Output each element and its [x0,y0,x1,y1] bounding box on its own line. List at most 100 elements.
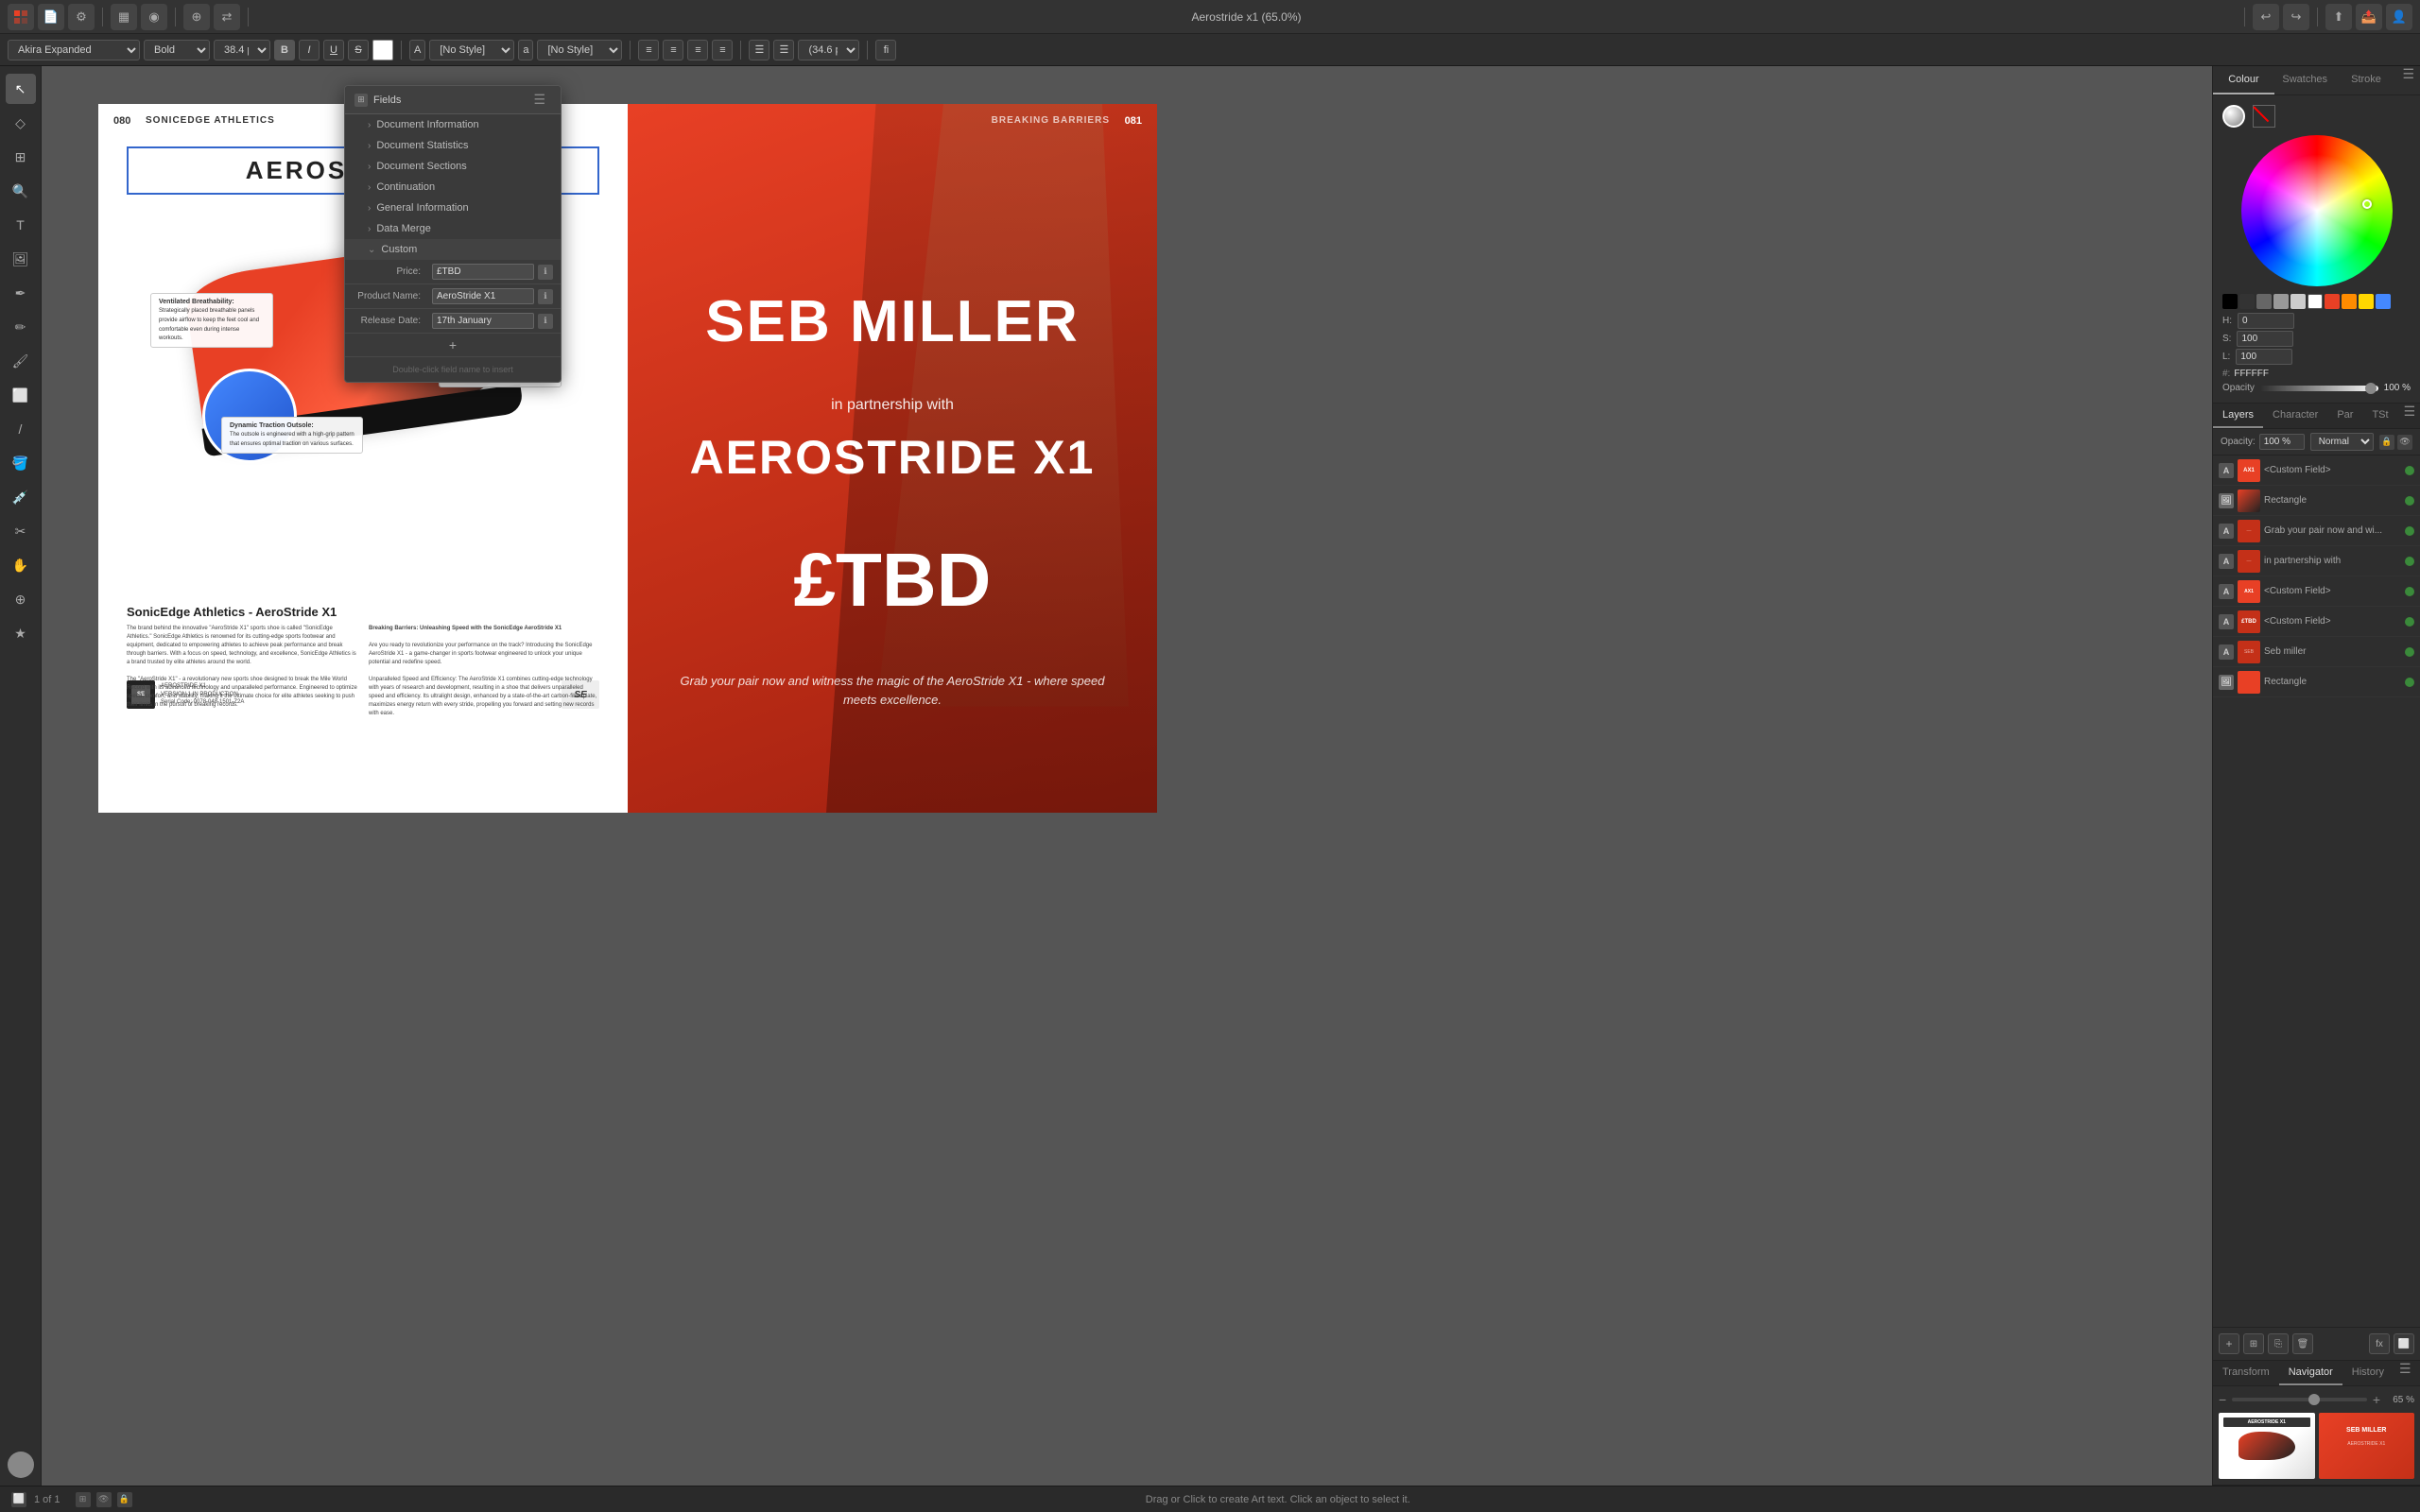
text-tool[interactable]: T [6,210,36,240]
tst-tab[interactable]: TSt [2362,404,2397,428]
add-layer-button[interactable]: + [2219,1333,2239,1354]
layer-visibility-dot[interactable] [2405,496,2414,506]
layer-item-partnership[interactable]: A — in partnership with [2213,546,2420,576]
brush-tool[interactable]: 🖌 [6,346,36,376]
bold-button[interactable]: B [274,40,295,60]
field-info-icon[interactable]: ℹ [538,289,553,304]
fields-section-data-merge[interactable]: › Data Merge [345,218,561,239]
ligature-button[interactable]: fi [875,40,896,60]
line-tool[interactable]: / [6,414,36,444]
file-icon[interactable]: 📄 [38,4,64,30]
list-unordered-button[interactable]: ☰ [749,40,769,60]
color-panel-menu[interactable]: ☰ [2396,66,2420,94]
fields-section-general-info[interactable]: › General Information [345,198,561,218]
char-style-select[interactable]: [No Style] [537,40,622,60]
font-style-select[interactable]: Bold [144,40,210,60]
colour-tab[interactable]: Colour [2213,66,2274,94]
shape-tool[interactable]: ⬜ [6,380,36,410]
hand-tool[interactable]: ✋ [6,550,36,580]
light-input[interactable] [2236,349,2292,365]
view-icon[interactable]: ▦ [111,4,137,30]
mask-button[interactable]: ⬜ [2394,1333,2414,1354]
preview-button[interactable]: 👁 [96,1492,112,1507]
text-color-swatch[interactable] [372,40,393,60]
release-value[interactable]: 17th January [432,313,534,329]
pencil-tool[interactable]: ✏ [6,312,36,342]
image-tool[interactable]: 🖼 [6,244,36,274]
layer-visibility-dot[interactable] [2405,617,2414,627]
blend-mode-select[interactable]: Normal [2310,433,2374,451]
para-style-select[interactable]: [No Style] [429,40,514,60]
group-layers-button[interactable]: ⊞ [2243,1333,2264,1354]
swatches-tab[interactable]: Swatches [2274,66,2336,94]
fields-section-continuation[interactable]: › Continuation [345,177,561,198]
sat-input[interactable] [2237,331,2293,347]
swatch-red[interactable] [2325,294,2340,309]
italic-button[interactable]: I [299,40,320,60]
scissors-tool[interactable]: ✂ [6,516,36,546]
undo-icon[interactable]: ↩ [2253,4,2279,30]
underline-button[interactable]: U [323,40,344,60]
color-wheel-container[interactable] [2241,135,2393,286]
par-tab[interactable]: Par [2327,404,2362,428]
character-tab[interactable]: Character [2263,404,2327,428]
canvas-area[interactable]: ⊞ Fields ☰ › Document Information › Docu… [42,66,2212,1486]
redo-icon[interactable]: ↪ [2283,4,2309,30]
nav-thumb-left[interactable]: AEROSTRIDE X1 [2219,1413,2315,1479]
swatch-lgray[interactable] [2273,294,2289,309]
navigator-tab[interactable]: Navigator [2279,1361,2342,1385]
layer-visibility-dot[interactable] [2405,647,2414,657]
layer-item-custom1[interactable]: A AX1 <Custom Field> [2213,455,2420,486]
swatch-orange[interactable] [2342,294,2357,309]
select-tool[interactable]: ↖ [6,74,36,104]
price-value[interactable]: £TBD [432,264,534,280]
align-center-button[interactable]: ≡ [663,40,683,60]
opacity-input[interactable] [2259,434,2305,450]
link-icon[interactable]: ⇄ [214,4,240,30]
node-tool[interactable]: ◇ [6,108,36,138]
product-value[interactable]: AeroStride X1 [432,288,534,304]
opacity-slider[interactable] [2260,386,2378,391]
list-ordered-button[interactable]: ☰ [773,40,794,60]
export-icon[interactable]: 📤 [2356,4,2382,30]
tools-icon[interactable]: ⚙ [68,4,95,30]
zoom-slider[interactable] [2232,1398,2367,1401]
fields-section-custom[interactable]: ⌄ Custom [345,239,561,260]
layer-visibility-dot[interactable] [2405,678,2414,687]
font-size-select[interactable]: 38.4 pt [214,40,270,60]
field-info-icon[interactable]: ℹ [538,265,553,280]
duplicate-layer-button[interactable]: ⎘ [2268,1333,2289,1354]
zoom-out-button[interactable]: − [2219,1392,2226,1407]
zoom-tool[interactable]: 🔍 [6,176,36,206]
field-info-icon[interactable]: ℹ [538,314,553,329]
layout-icon[interactable]: ◉ [141,4,167,30]
layer-item-grab-text[interactable]: A — Grab your pair now and wi... [2213,516,2420,546]
strikethrough-button[interactable]: S [348,40,369,60]
color-wheel[interactable] [2241,135,2393,286]
eyedropper-tool[interactable]: 💉 [6,482,36,512]
swatch-gray[interactable] [2256,294,2272,309]
lock-icon[interactable]: 🔒 [2379,435,2394,450]
stroke-tab[interactable]: Stroke [2336,66,2397,94]
effects-tool[interactable]: ★ [6,618,36,648]
swatch-silver[interactable] [2290,294,2306,309]
toggle-view-button[interactable]: ⊞ [76,1492,91,1507]
fx-button[interactable]: fx [2369,1333,2390,1354]
align-left-button[interactable]: ≡ [638,40,659,60]
layer-visibility-dot[interactable] [2405,466,2414,475]
color-none-swatch[interactable] [2253,105,2275,128]
history-tab[interactable]: History [2342,1361,2394,1385]
layer-item-custom2[interactable]: A AX1 <Custom Field> [2213,576,2420,607]
layer-item-rect1[interactable]: 🖼 Rectangle [2213,486,2420,516]
snap-tool[interactable]: ⊕ [6,584,36,614]
layers-menu-button[interactable]: ☰ [2398,404,2420,428]
swatch-white[interactable] [2308,294,2323,309]
crop-tool[interactable]: ⊞ [6,142,36,172]
color-circle-preview[interactable] [2222,105,2245,128]
swatch-black[interactable] [2222,294,2238,309]
fields-section-doc-stats[interactable]: › Document Statistics [345,135,561,156]
fields-menu-button[interactable]: ☰ [527,92,551,108]
layer-visibility-dot[interactable] [2405,557,2414,566]
user-icon[interactable]: 👤 [2386,4,2412,30]
line-height-select[interactable]: (34.6 pt) [798,40,859,60]
